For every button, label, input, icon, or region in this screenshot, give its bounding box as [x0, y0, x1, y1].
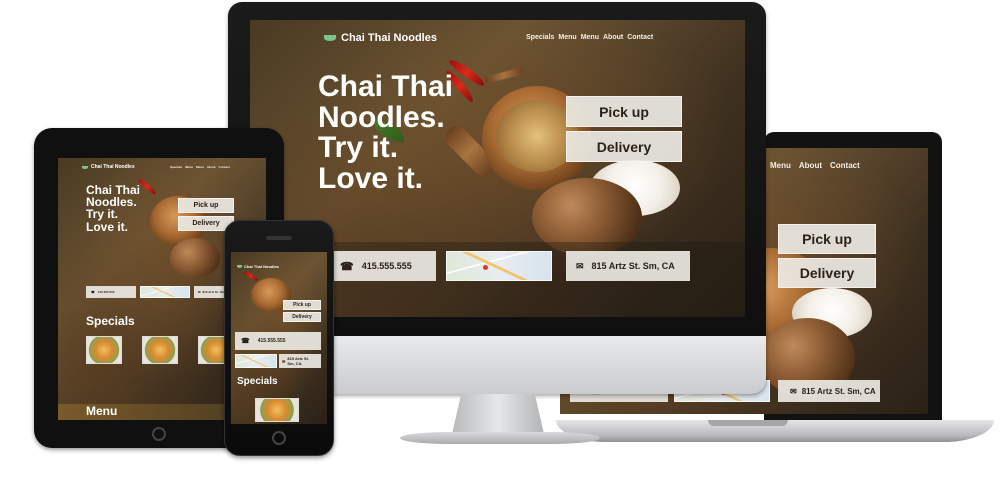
phone-number: 415.555.555: [257, 338, 286, 344]
site-logo[interactable]: Chai Thai Noodles: [324, 32, 437, 44]
delivery-button[interactable]: Delivery: [566, 131, 682, 162]
phone-box[interactable]: ☎ 415.555.555: [86, 286, 136, 298]
nav-item-menu[interactable]: Menu: [770, 161, 791, 170]
ipad-home-button: [152, 427, 166, 441]
hero-line-2: Noodles.: [318, 100, 445, 134]
bowl-icon: [324, 35, 336, 41]
phone-icon: ☎: [241, 338, 250, 345]
nav-item-menu-2[interactable]: Menu: [581, 34, 599, 41]
address-text: 815 Artz St. Sm, CA: [801, 386, 876, 396]
hero-line-1: Chai Thai: [318, 70, 454, 103]
dish-image[interactable]: [86, 336, 122, 364]
nav-item-about[interactable]: About: [799, 161, 822, 170]
brand-name: Chai Thai Noodles: [91, 164, 135, 170]
iphone-home-button: [272, 431, 286, 445]
nav-item-specials[interactable]: Specials: [526, 34, 554, 41]
specials-heading: Specials: [237, 376, 278, 387]
nav-item-contact[interactable]: Contact: [830, 161, 860, 170]
laptop-notch: [708, 420, 788, 426]
phone-number: 415.555.555: [361, 261, 412, 271]
map-thumbnail[interactable]: [140, 286, 190, 298]
imac-foot: [400, 432, 600, 444]
map-pin-icon: [483, 265, 488, 270]
envelope-icon: ✉: [576, 260, 584, 271]
delivery-button[interactable]: Delivery: [778, 258, 876, 288]
dish-image[interactable]: [255, 398, 299, 422]
main-nav: Specials Menu Menu About Contact: [526, 34, 653, 41]
phone-box[interactable]: ☎ 415.555.555: [330, 251, 436, 281]
pickup-button[interactable]: Pick up: [566, 96, 682, 127]
iphone-site: Chai Thai Noodles Pick up Delivery ☎ 415…: [231, 252, 327, 424]
nav-item-about[interactable]: About: [207, 165, 216, 169]
address-text: 815 Artz St. Sm, CA: [591, 261, 675, 271]
bowl-icon: [237, 265, 242, 268]
phone-number: 415.555.555: [97, 290, 115, 294]
address-line-2: Sm, CA: [287, 361, 302, 366]
pickup-button[interactable]: Pick up: [778, 224, 876, 254]
bowl-icon: [82, 165, 88, 169]
hero-line-3: Try it.: [86, 207, 119, 222]
phone-icon: ☎: [340, 260, 354, 273]
brand-name: Chai Thai Noodles: [244, 264, 279, 269]
stick-image: [483, 66, 525, 85]
nav-item-menu[interactable]: Menu: [558, 34, 576, 41]
map-thumbnail[interactable]: [235, 354, 277, 368]
address-box[interactable]: ✉ 815 Artz St. Sm, CA: [778, 380, 880, 402]
chili-image: [243, 270, 259, 282]
coconut-image: [170, 238, 220, 278]
nav-item-contact[interactable]: Contact: [219, 165, 230, 169]
hero-title: Chai Thai Noodles. Try it. Love it.: [318, 70, 454, 195]
nav-item-about[interactable]: About: [603, 34, 623, 41]
brand-name: Chai Thai Noodles: [341, 32, 437, 44]
pickup-button[interactable]: Pick up: [178, 198, 234, 213]
hero-title: Chai Thai Noodles. Try it. Love it.: [86, 184, 140, 233]
nav-item-specials[interactable]: Specials: [170, 165, 182, 169]
envelope-icon: ✉: [198, 290, 201, 294]
site-logo[interactable]: Chai Thai Noodles: [82, 164, 135, 170]
hero-line-4: Love it.: [86, 219, 129, 234]
phone-icon: ☎: [91, 290, 95, 294]
nav-item-menu[interactable]: Menu: [185, 165, 193, 169]
pickup-button[interactable]: Pick up: [283, 300, 321, 310]
iphone-speaker: [266, 236, 292, 240]
nav-item-contact[interactable]: Contact: [627, 34, 653, 41]
nav-item-menu-2[interactable]: Menu: [196, 165, 204, 169]
envelope-icon: ✉: [790, 386, 797, 396]
delivery-button[interactable]: Delivery: [283, 312, 321, 322]
hero-line-3: Try it.: [318, 131, 399, 165]
hero-line-4: Love it.: [318, 161, 424, 195]
specials-heading: Specials: [86, 314, 135, 328]
imac-stand: [452, 394, 544, 434]
envelope-icon: ✉: [282, 358, 286, 364]
address-box[interactable]: ✉ 815 Artz St. Sm, CA: [566, 251, 690, 281]
laptop-nav: Menu About Contact: [770, 161, 860, 170]
map-thumbnail[interactable]: [446, 251, 552, 281]
main-nav: Specials Menu Menu About Contact: [170, 165, 230, 169]
address-box[interactable]: ✉ 815 Artz St. Sm, CA: [279, 354, 321, 368]
phone-box[interactable]: ☎ 415.555.555: [235, 332, 321, 350]
site-logo[interactable]: Chai Thai Noodles: [237, 264, 279, 269]
dish-image[interactable]: [142, 336, 178, 364]
